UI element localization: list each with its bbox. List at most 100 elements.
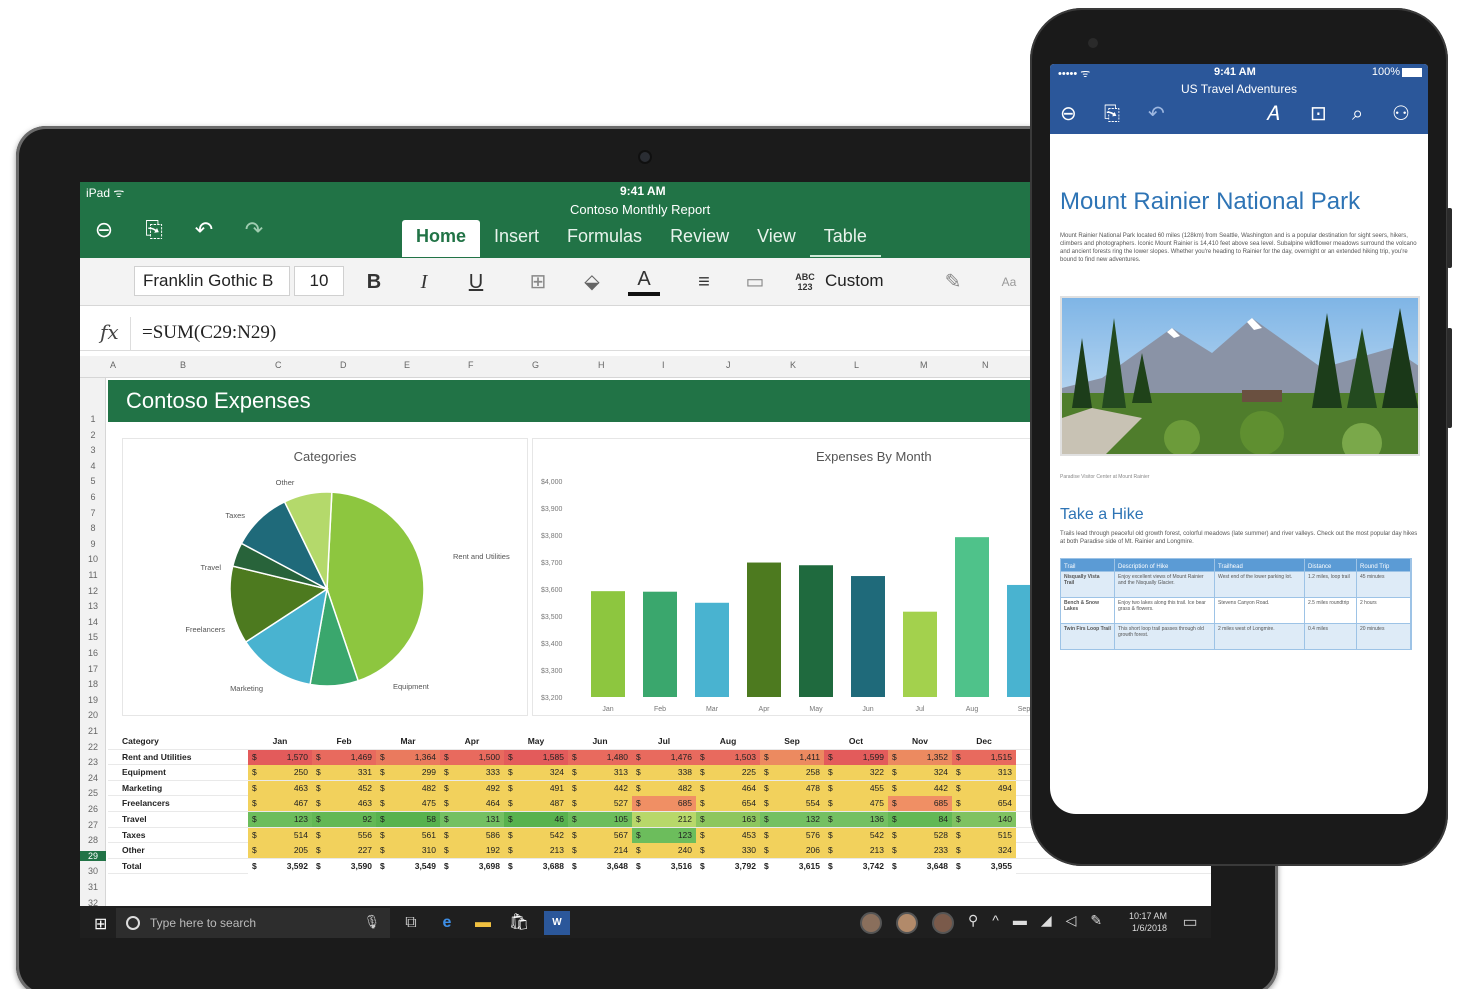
bar[interactable] [955, 537, 989, 697]
value-cell[interactable]: $1,515 [952, 749, 1016, 765]
row-header[interactable]: 31 [80, 882, 106, 892]
value-cell[interactable]: $258 [760, 765, 824, 781]
font-size-select[interactable]: 10 [294, 266, 344, 296]
value-cell[interactable]: $475 [376, 796, 440, 812]
value-cell[interactable]: $478 [760, 780, 824, 796]
value-cell[interactable]: $487 [504, 796, 568, 812]
value-cell[interactable]: $331 [312, 765, 376, 781]
row-header[interactable]: 3 [80, 445, 106, 455]
category-cell[interactable]: Taxes [122, 830, 242, 840]
value-cell[interactable]: $250 [248, 765, 312, 781]
system-clock[interactable]: 10:17 AM 1/6/2018 [1129, 910, 1167, 934]
value-cell[interactable]: $464 [696, 780, 760, 796]
value-cell[interactable]: $192 [440, 843, 504, 859]
category-cell[interactable]: Marketing [122, 783, 242, 793]
value-cell[interactable]: $586 [440, 827, 504, 843]
row-header[interactable]: 14 [80, 617, 106, 627]
row-header[interactable]: 28 [80, 835, 106, 845]
share-icon[interactable]: ⎘ [140, 216, 168, 244]
value-cell[interactable]: $1,570 [248, 749, 312, 765]
value-cell[interactable]: $1,352 [888, 749, 952, 765]
value-cell[interactable]: $1,599 [824, 749, 888, 765]
row-header[interactable]: 25 [80, 788, 106, 798]
file-explorer-icon[interactable]: ▬ [470, 911, 496, 935]
value-cell[interactable]: $105 [568, 812, 632, 827]
value-cell[interactable]: $46 [504, 812, 568, 827]
row-header[interactable]: 30 [80, 866, 106, 876]
category-cell[interactable]: Total [122, 861, 242, 871]
row-header[interactable]: 18 [80, 679, 106, 689]
category-cell[interactable]: Equipment [122, 767, 242, 777]
column-header[interactable]: G [532, 360, 539, 370]
value-cell[interactable]: $3,688 [504, 858, 568, 874]
value-cell[interactable]: $1,503 [696, 749, 760, 765]
tab-review[interactable]: Review [656, 220, 743, 257]
value-cell[interactable]: $3,590 [312, 858, 376, 874]
align-icon[interactable]: ≡ [692, 268, 716, 296]
value-cell[interactable]: $3,955 [952, 858, 1016, 874]
value-cell[interactable]: $212 [632, 812, 696, 827]
notifications-icon[interactable]: ▭ [1177, 911, 1203, 935]
value-cell[interactable]: $1,411 [760, 749, 824, 765]
people-icon[interactable]: ⚲ [968, 912, 978, 934]
tab-insert[interactable]: Insert [480, 220, 553, 257]
contact-avatar[interactable] [896, 912, 918, 934]
value-cell[interactable]: $463 [312, 796, 376, 812]
borders-icon[interactable]: ⊞ [526, 268, 550, 296]
wifi-icon[interactable]: ◢ [1041, 912, 1052, 934]
value-cell[interactable]: $140 [952, 812, 1016, 827]
value-cell[interactable]: $482 [376, 780, 440, 796]
value-cell[interactable]: $475 [824, 796, 888, 812]
value-cell[interactable]: $561 [376, 827, 440, 843]
row-header[interactable]: 10 [80, 554, 106, 564]
row-header[interactable]: 23 [80, 757, 106, 767]
header-cell[interactable]: Apr [440, 736, 504, 746]
value-cell[interactable]: $225 [696, 765, 760, 781]
value-cell[interactable]: $685 [632, 796, 696, 812]
wrap-text-icon[interactable]: ▭ [742, 268, 768, 296]
value-cell[interactable]: $205 [248, 843, 312, 859]
bar[interactable] [799, 565, 833, 697]
fx-icon[interactable]: fx [100, 320, 119, 344]
value-cell[interactable]: $3,792 [696, 858, 760, 874]
tab-formulas[interactable]: Formulas [553, 220, 656, 257]
search-icon[interactable]: ⌕ [1352, 100, 1363, 128]
value-cell[interactable]: $3,698 [440, 858, 504, 874]
value-cell[interactable]: $1,364 [376, 749, 440, 765]
value-cell[interactable]: $3,648 [888, 858, 952, 874]
value-cell[interactable]: $528 [888, 827, 952, 843]
value-cell[interactable]: $330 [696, 843, 760, 859]
value-cell[interactable]: $213 [504, 843, 568, 859]
category-cell[interactable]: Freelancers [122, 798, 242, 808]
windows-start-icon[interactable]: ⊞ [94, 914, 107, 934]
value-cell[interactable]: $313 [568, 765, 632, 781]
row-header[interactable]: 5 [80, 476, 106, 486]
value-cell[interactable]: $491 [504, 780, 568, 796]
header-cell[interactable]: Mar [376, 736, 440, 746]
value-cell[interactable]: $227 [312, 843, 376, 859]
contact-avatar[interactable] [860, 912, 882, 934]
value-cell[interactable]: $206 [760, 843, 824, 859]
value-cell[interactable]: $514 [248, 827, 312, 843]
undo-icon[interactable]: ↶ [1148, 100, 1165, 128]
underline-button[interactable]: U [464, 268, 488, 296]
value-cell[interactable]: $685 [888, 796, 952, 812]
row-header[interactable]: 22 [80, 742, 106, 752]
task-view-icon[interactable]: ⧉ [398, 911, 424, 935]
row-header[interactable]: 16 [80, 648, 106, 658]
value-cell[interactable]: $542 [824, 827, 888, 843]
value-cell[interactable]: $455 [824, 780, 888, 796]
contact-avatar[interactable] [932, 912, 954, 934]
volume-icon[interactable]: ◁ [1066, 912, 1077, 934]
row-header[interactable]: 19 [80, 695, 106, 705]
add-person-icon[interactable]: ⚇ [1392, 100, 1410, 128]
chevron-up-icon[interactable]: ^ [992, 912, 999, 934]
column-header[interactable]: B [180, 360, 186, 370]
value-cell[interactable]: $463 [248, 780, 312, 796]
number-format-select[interactable]: Custom [825, 266, 925, 296]
header-cell[interactable]: Jul [632, 736, 696, 746]
value-cell[interactable]: $1,476 [632, 749, 696, 765]
row-header[interactable]: 2 [80, 430, 106, 440]
row-header[interactable]: 9 [80, 539, 106, 549]
share-icon[interactable]: ⎘ [1104, 100, 1120, 128]
